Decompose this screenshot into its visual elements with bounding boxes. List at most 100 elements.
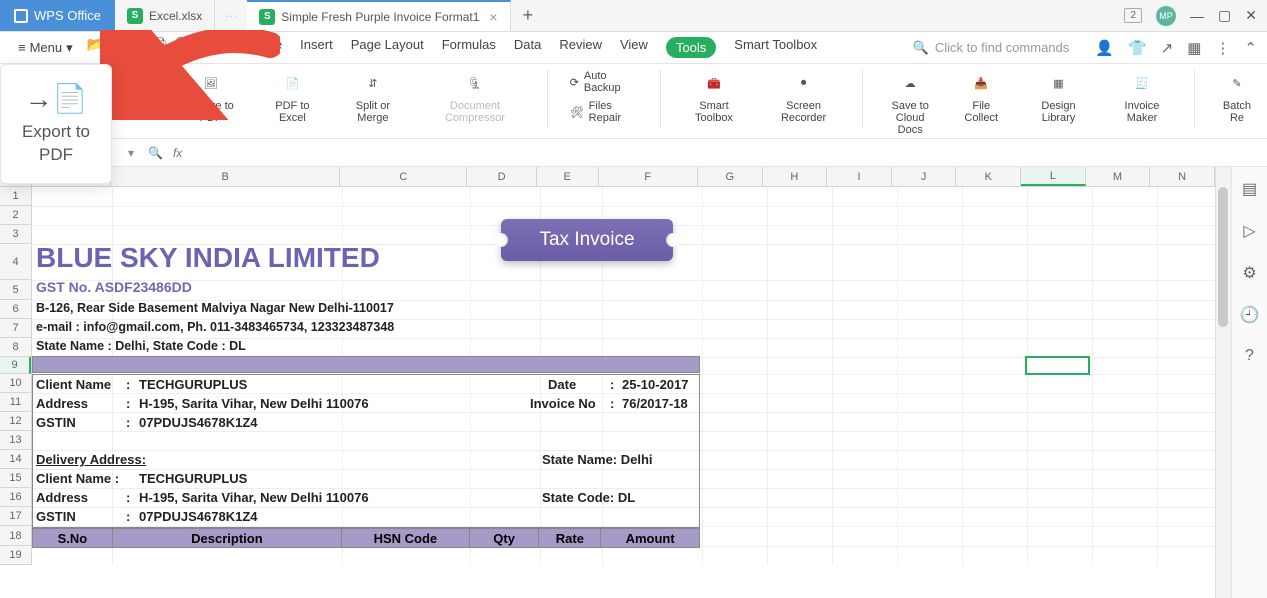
table-header-row: S.No Description HSN Code Qty Rate Amoun… (32, 528, 700, 548)
settings-icon[interactable]: ⚙ (1242, 263, 1256, 283)
maximize-icon[interactable]: ▢ (1218, 7, 1231, 24)
notification-badge[interactable]: 2 (1124, 8, 1142, 23)
design-library-button[interactable]: ▦Design Library (1027, 70, 1090, 124)
split-merge-button[interactable]: ⇵Split or Merge (343, 70, 403, 124)
help-icon[interactable]: ? (1245, 347, 1254, 365)
row-8[interactable]: 8 (0, 338, 31, 357)
row-18[interactable]: 18 (0, 526, 31, 546)
row-3[interactable]: 3 (0, 225, 31, 244)
column-headers: A B C D E F G H I J K L M N (0, 167, 1215, 187)
col-D[interactable]: D (467, 167, 537, 186)
tab-pagelayout[interactable]: Page Layout (351, 37, 424, 58)
preview-icon[interactable]: 🔍 (175, 36, 192, 60)
properties-icon[interactable]: ▤ (1242, 179, 1257, 199)
row-15[interactable]: 15 (0, 469, 31, 488)
select-icon[interactable]: ▷ (1243, 221, 1255, 241)
avatar[interactable]: MP (1156, 6, 1176, 26)
row-12[interactable]: 12 (0, 412, 31, 431)
person-icon[interactable]: 👤 (1095, 39, 1114, 57)
more-icon[interactable]: ⋮ (1215, 39, 1230, 57)
menubar: ≡ Menu ▾ 📂 💾 🗟 🖨 🔍 ↶ ↷ Home Insert Page … (0, 32, 1267, 64)
tab-insert[interactable]: Insert (300, 37, 333, 58)
row-5[interactable]: 5 (0, 280, 31, 300)
row-19[interactable]: 19 (0, 546, 31, 565)
screen-recorder-button[interactable]: ⏺Screen Recorder (767, 70, 840, 124)
tab-invoice[interactable]: S Simple Fresh Purple Invoice Format1 × (247, 0, 510, 31)
col-J[interactable]: J (892, 167, 957, 186)
row-4[interactable]: 4 (0, 244, 31, 280)
file-collect-button[interactable]: 📥File Collect (957, 70, 1005, 124)
col-G[interactable]: G (698, 167, 763, 186)
minimize-icon[interactable]: — (1190, 8, 1204, 24)
row-9[interactable]: 9 (0, 357, 31, 374)
skin-icon[interactable]: 👕 (1128, 39, 1147, 57)
col-L[interactable]: L (1021, 167, 1086, 186)
save-cloud-button[interactable]: ☁Save to Cloud Docs (885, 70, 935, 136)
scroll-thumb[interactable] (1218, 187, 1228, 327)
row-6[interactable]: 6 (0, 300, 31, 319)
repair-icon: 🛠 (570, 106, 584, 119)
col-M[interactable]: M (1086, 167, 1151, 186)
row-7[interactable]: 7 (0, 319, 31, 338)
ocr-button[interactable]: 🅞OCR (129, 70, 157, 112)
menu-button[interactable]: ≡ Menu ▾ (10, 36, 81, 60)
col-F[interactable]: F (599, 167, 698, 186)
tab-formulas[interactable]: Formulas (442, 37, 496, 58)
arrow-icon[interactable]: ↗ (1161, 39, 1174, 57)
tab-review[interactable]: Review (559, 37, 602, 58)
tab-tools[interactable]: Tools (666, 37, 716, 58)
row-10[interactable]: 10 (0, 374, 31, 393)
tab-data[interactable]: Data (514, 37, 541, 58)
doc-compressor-button: 🗜Document Compressor (425, 70, 525, 124)
col-E[interactable]: E (537, 167, 599, 186)
batch-rename-button[interactable]: ✎Batch Re (1217, 70, 1257, 124)
col-H[interactable]: H (763, 167, 828, 186)
row-11[interactable]: 11 (0, 393, 31, 412)
col-B[interactable]: B (111, 167, 340, 186)
tab-view[interactable]: View (620, 37, 648, 58)
row-16[interactable]: 16 (0, 488, 31, 507)
row-17[interactable]: 17 (0, 507, 31, 526)
close-icon[interactable]: × (489, 9, 497, 25)
command-search[interactable]: 🔍 Click to find commands (913, 40, 1070, 56)
vertical-scrollbar[interactable] (1215, 167, 1231, 598)
th-sno: S.No (33, 529, 113, 547)
tab-excel[interactable]: S Excel.xlsx (115, 0, 215, 31)
row-13[interactable]: 13 (0, 431, 31, 450)
printer-icon[interactable]: 🖨 (151, 36, 169, 60)
grid-icon[interactable]: ▦ (1187, 39, 1201, 57)
col-C[interactable]: C (340, 167, 467, 186)
company-address: B-126, Rear Side Basement Malviya Nagar … (36, 301, 394, 315)
ribbon: 🅞OCR 🖼Picture to PDF 📄PDF to Excel ⇵Spli… (0, 64, 1267, 139)
redo-icon[interactable]: ↷ (216, 36, 228, 60)
save-icon[interactable]: 💾 (110, 36, 127, 60)
history-icon[interactable]: 🕘 (1240, 305, 1260, 325)
col-I[interactable]: I (827, 167, 892, 186)
wps-logo[interactable]: WPS Office (0, 0, 115, 31)
client-name-label: Client Name (36, 377, 111, 392)
open-icon[interactable]: 📂 (87, 36, 104, 60)
col-N[interactable]: N (1150, 167, 1215, 186)
row-14[interactable]: 14 (0, 450, 31, 469)
invoice-maker-button[interactable]: 🧾Invoice Maker (1112, 70, 1172, 124)
undo-icon[interactable]: ↶ (198, 36, 210, 60)
col-K[interactable]: K (956, 167, 1021, 186)
zoom-icon[interactable]: 🔍 (148, 146, 163, 160)
new-tab-button[interactable]: + (511, 5, 546, 26)
collapse-ribbon-icon[interactable]: ⌃ (1244, 39, 1257, 57)
fx-label[interactable]: fx (173, 146, 182, 160)
row-2[interactable]: 2 (0, 206, 31, 225)
pdf-to-excel-button[interactable]: 📄PDF to Excel (264, 70, 321, 124)
export-to-pdf-callout[interactable]: →📄 Export to PDF (0, 64, 112, 184)
tab-smart-toolbox[interactable]: Smart Toolbox (734, 37, 817, 58)
close-window-icon[interactable]: ✕ (1245, 7, 1257, 24)
state-name-label: State Name: Delhi (542, 452, 653, 467)
picture-to-pdf-button[interactable]: 🖼Picture to PDF (179, 70, 242, 124)
print-icon[interactable]: 🗟 (134, 36, 145, 60)
tab-home[interactable]: Home (247, 37, 282, 58)
files-repair-button[interactable]: 🛠Files Repair (570, 100, 638, 124)
smart-toolbox-button[interactable]: 🧰Smart Toolbox (683, 70, 745, 124)
auto-backup-button[interactable]: ⟳Auto Backup (570, 70, 638, 94)
row-1[interactable]: 1 (0, 187, 31, 206)
tab-overflow-icon[interactable]: ⋯ (215, 9, 247, 23)
